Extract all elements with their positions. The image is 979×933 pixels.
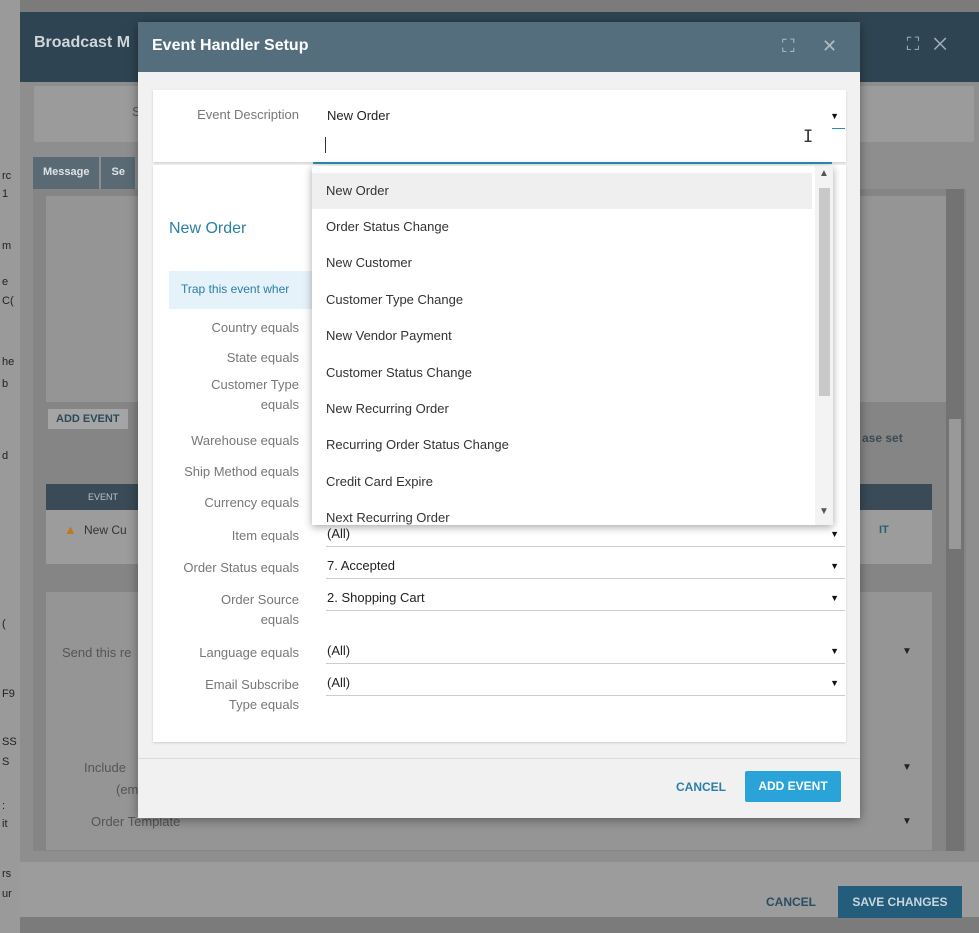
order-source-value: 2. Shopping Cart: [327, 590, 425, 605]
dropdown-option[interactable]: New Vendor Payment: [312, 318, 812, 354]
table-row-event-name: New Cu: [84, 523, 127, 537]
chevron-down-icon: ▼: [830, 529, 839, 539]
order-status-value: 7. Accepted: [327, 558, 395, 573]
dropdown-option[interactable]: Order Status Change: [312, 209, 812, 245]
left-edge-fragment: S: [2, 756, 10, 768]
background-scrollbar[interactable]: [946, 189, 964, 851]
order-status-select[interactable]: 7. Accepted ▼: [326, 555, 845, 579]
state-label: State equals: [226, 350, 299, 365]
dropdown-option[interactable]: Recurring Order Status Change: [312, 427, 812, 463]
background-footer: [20, 862, 979, 917]
order-source-select[interactable]: 2. Shopping Cart ▼: [326, 587, 845, 611]
background-window-title: Broadcast M: [34, 34, 131, 51]
dropdown-option[interactable]: Next Recurring Order: [312, 500, 812, 525]
background-tabs: Message Se: [33, 157, 137, 189]
left-edge-fragment: ur: [2, 888, 12, 900]
warehouse-label: Warehouse equals: [191, 433, 299, 448]
chevron-up-icon[interactable]: ▲: [819, 168, 829, 179]
background-save-changes-button[interactable]: SAVE CHANGES: [838, 886, 962, 918]
language-label: Language equals: [199, 645, 299, 660]
text-cursor: [325, 137, 326, 153]
background-cancel-button[interactable]: CANCEL: [766, 895, 816, 909]
left-edge-fragment: C(: [2, 295, 14, 307]
dropdown-option[interactable]: New Recurring Order: [312, 391, 812, 427]
left-edge-fragment: m: [2, 240, 12, 252]
maximize-icon[interactable]: ⛶: [907, 34, 934, 54]
dropdown-option[interactable]: Customer Type Change: [312, 282, 812, 318]
include-label: Include: [84, 760, 126, 775]
chevron-down-icon: ▼: [830, 111, 839, 121]
modal-header: Event Handler Setup ⛶ ✕: [138, 22, 860, 72]
left-edge-fragment: b: [2, 378, 9, 390]
chevron-down-icon: ▼: [830, 561, 839, 571]
dropdown-search-input[interactable]: [313, 126, 832, 164]
left-edge-fragment: it: [2, 818, 8, 830]
dropdown-scrollbar[interactable]: ▲ ▼: [815, 166, 833, 525]
tab-second[interactable]: Se: [101, 157, 135, 189]
ship-method-label: Ship Method equals: [184, 464, 299, 479]
language-select[interactable]: (All) ▼: [326, 640, 845, 664]
email-subscribe-type-label: Email Subscribe Type equals: [205, 677, 299, 712]
tab-message[interactable]: Message: [33, 157, 100, 189]
left-edge-fragment: d: [2, 450, 9, 462]
modal-title: Event Handler Setup: [152, 37, 309, 54]
country-label: Country equals: [211, 320, 299, 335]
dropdown-option[interactable]: New Customer: [312, 245, 812, 281]
close-icon[interactable]: ✕: [822, 36, 837, 57]
left-edge-fragment: he: [2, 356, 15, 368]
event-description-value: New Order: [327, 108, 390, 123]
ibeam-cursor-icon: I: [803, 127, 814, 147]
chevron-down-icon[interactable]: ▼: [902, 646, 912, 657]
dropdown-option[interactable]: Credit Card Expire: [312, 464, 812, 500]
dropdown-option[interactable]: New Order: [312, 173, 812, 209]
maximize-icon[interactable]: ⛶: [782, 36, 795, 57]
chevron-down-icon[interactable]: ▼: [819, 506, 829, 517]
background-phase-set-text: ase set: [862, 431, 903, 445]
close-icon[interactable]: ✕: [933, 34, 961, 54]
customer-type-label: Customer Type equals: [211, 377, 299, 412]
left-edge-fragment: (: [2, 618, 6, 630]
chevron-down-icon: ▼: [830, 678, 839, 688]
order-source-label: Order Source equals: [220, 592, 299, 627]
include-sub-label: (em: [116, 782, 139, 797]
add-event-button[interactable]: ADD EVENT: [745, 771, 841, 802]
left-edge-fragment: rs: [2, 868, 12, 880]
left-edge-fragment: F9: [2, 688, 15, 700]
chevron-down-icon: ▼: [830, 593, 839, 603]
dropdown-option[interactable]: Customer Status Change: [312, 355, 812, 391]
event-description-label: Event Description: [197, 107, 299, 122]
chevron-down-icon[interactable]: ▼: [902, 816, 912, 827]
background-window-controls: ⛶✕: [907, 34, 961, 55]
send-label: Send this re: [62, 645, 132, 660]
warning-icon: ▲: [64, 522, 77, 537]
item-label: Item equals: [231, 528, 299, 543]
left-edge-fragment: rc: [2, 170, 12, 182]
item-select[interactable]: (All) ▼: [326, 523, 845, 547]
section-title: New Order: [169, 220, 247, 237]
table-header-event: EVENT: [88, 492, 119, 502]
background-add-event-button[interactable]: ADD EVENT: [48, 409, 128, 429]
language-value: (All): [327, 643, 351, 658]
cancel-button[interactable]: CANCEL: [676, 780, 726, 794]
trap-info-text: Trap this event wher: [181, 282, 290, 296]
order-status-label: Order Status equals: [183, 560, 299, 575]
currency-label: Currency equals: [204, 495, 299, 510]
dropdown-scrollbar-thumb[interactable]: [819, 188, 830, 396]
email-subscribe-type-value: (All): [327, 675, 351, 690]
email-subscribe-type-select[interactable]: (All) ▼: [326, 672, 845, 696]
left-edge-fragment: 1: [2, 188, 9, 200]
background-left-strip: rc 1 m e C(he b d(F9 SS S: it rs ur: [0, 0, 20, 933]
chevron-down-icon[interactable]: ▼: [902, 762, 912, 773]
table-row-edit-link[interactable]: IT: [879, 524, 889, 536]
left-edge-fragment: SS: [2, 736, 17, 748]
event-description-dropdown: ▲ ▼ New Order Order Status Change New Cust…: [312, 166, 833, 525]
left-edge-fragment: e: [2, 276, 9, 288]
item-value: (All): [327, 526, 351, 541]
left-edge-fragment: :: [2, 800, 6, 812]
chevron-down-icon: ▼: [830, 646, 839, 656]
